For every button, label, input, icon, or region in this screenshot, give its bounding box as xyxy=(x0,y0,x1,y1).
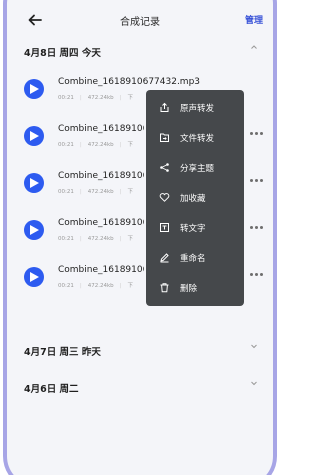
group-title: 4月7日 周三 昨天 xyxy=(24,347,101,358)
menu-item-share-theme[interactable]: 分享主题 xyxy=(146,153,244,183)
menu-item-label: 转文字 xyxy=(180,224,206,234)
chevron-up-icon xyxy=(251,45,257,49)
menu-item-file-forward[interactable]: 文件转发 xyxy=(146,123,244,153)
group-header-today[interactable]: 4月8日 周四 今天 xyxy=(24,41,264,59)
record-name: Combine_16189106 xyxy=(58,265,144,275)
record-duration: 00:21 xyxy=(58,95,74,101)
page-title: 合成记录 xyxy=(120,17,160,28)
header: 合成记录 管理 xyxy=(7,8,273,34)
record-extra: 下 xyxy=(127,142,134,148)
more-dot-icon xyxy=(255,226,258,229)
menu-item-label: 加收藏 xyxy=(180,194,206,204)
menu-item-label: 删除 xyxy=(180,284,198,294)
group-header-tuesday[interactable]: 4月6日 周二 xyxy=(24,377,264,395)
record-name: Combine_1618910677432.mp3 xyxy=(58,77,201,87)
record-size: 472.24kb xyxy=(87,142,114,148)
content: 合成记录 管理 4月8日 周四 今天 Combine_1618910677432… xyxy=(7,4,273,474)
more-options-button[interactable] xyxy=(250,225,264,231)
play-button[interactable] xyxy=(24,173,44,193)
more-dot-icon xyxy=(255,273,258,276)
record-size: 472.24kb xyxy=(87,189,114,195)
group-title: 4月8日 周四 今天 xyxy=(24,48,101,59)
record-duration: 00:21 xyxy=(58,236,74,242)
pencil-icon xyxy=(160,253,169,263)
record-name: Combine_16189106 xyxy=(58,124,144,134)
record-meta: 00:21 | 472.24kb | 下 xyxy=(58,189,134,195)
heart-icon xyxy=(159,193,170,202)
record-duration: 00:21 xyxy=(58,142,74,148)
menu-item-delete[interactable]: 删除 xyxy=(146,273,244,303)
more-dot-icon xyxy=(250,132,253,135)
text-convert-icon xyxy=(160,223,169,232)
record-size: 472.24kb xyxy=(87,283,114,289)
play-button[interactable] xyxy=(24,267,44,287)
record-meta: 00:21 | 472.24kb | 下 xyxy=(58,236,134,242)
device-frame: 合成记录 管理 4月8日 周四 今天 Combine_1618910677432… xyxy=(3,0,277,475)
more-dot-icon xyxy=(260,179,263,182)
group-title: 4月6日 周二 xyxy=(24,384,79,395)
play-icon xyxy=(30,131,39,141)
more-options-button[interactable] xyxy=(250,272,264,278)
share-nodes-icon xyxy=(160,163,169,172)
record-name: Combine_16189106 xyxy=(58,171,144,181)
record-meta: 00:21 | 472.24kb | 下 xyxy=(58,283,134,289)
file-forward-icon xyxy=(160,133,169,142)
menu-item-to-text[interactable]: 转文字 xyxy=(146,213,244,243)
record-extra: 下 xyxy=(127,236,134,242)
record-name: Combine_16189106 xyxy=(58,218,144,228)
chevron-down-icon xyxy=(251,344,257,349)
more-dot-icon xyxy=(255,132,258,135)
record-extra: 下 xyxy=(127,283,134,289)
chevron-down-icon xyxy=(251,381,257,386)
play-icon xyxy=(30,84,39,94)
record-size: 472.24kb xyxy=(87,236,114,242)
more-dot-icon xyxy=(255,179,258,182)
more-dot-icon xyxy=(260,132,263,135)
menu-item-original-forward[interactable]: 原声转发 xyxy=(146,93,244,123)
record-duration: 00:21 xyxy=(58,189,74,195)
menu-item-label: 重命名 xyxy=(180,254,206,264)
menu-item-rename[interactable]: 重命名 xyxy=(146,243,244,273)
play-button[interactable] xyxy=(24,79,44,99)
menu-item-label: 分享主题 xyxy=(180,164,215,174)
context-menu: 原声转发 文件转发 分享主题 加收藏 转文字 重命名 删除 xyxy=(146,90,244,306)
manage-button[interactable]: 管理 xyxy=(245,13,263,26)
more-options-button[interactable] xyxy=(250,131,264,137)
more-dot-icon xyxy=(260,273,263,276)
menu-item-favorite[interactable]: 加收藏 xyxy=(146,183,244,213)
share-out-icon xyxy=(160,102,169,112)
more-dot-icon xyxy=(250,273,253,276)
more-dot-icon xyxy=(250,179,253,182)
more-dot-icon xyxy=(260,226,263,229)
play-icon xyxy=(30,178,39,188)
more-options-button[interactable] xyxy=(250,178,264,184)
record-extra: 下 xyxy=(127,189,134,195)
play-button[interactable] xyxy=(24,126,44,146)
menu-item-label: 原声转发 xyxy=(180,104,215,114)
trash-icon xyxy=(160,283,169,293)
group-header-yesterday[interactable]: 4月7日 周三 昨天 xyxy=(24,340,264,358)
record-extra: 下 xyxy=(127,95,134,101)
more-dot-icon xyxy=(250,226,253,229)
record-duration: 00:21 xyxy=(58,283,74,289)
play-icon xyxy=(30,272,39,282)
play-button[interactable] xyxy=(24,220,44,240)
record-meta: 00:21 | 472.24kb | 下 xyxy=(58,95,134,101)
phone-screen: 合成记录 管理 4月8日 周四 今天 Combine_1618910677432… xyxy=(0,0,280,475)
menu-item-label: 文件转发 xyxy=(180,134,215,144)
record-size: 472.24kb xyxy=(87,95,114,101)
play-icon xyxy=(30,225,39,235)
record-meta: 00:21 | 472.24kb | 下 xyxy=(58,142,134,148)
